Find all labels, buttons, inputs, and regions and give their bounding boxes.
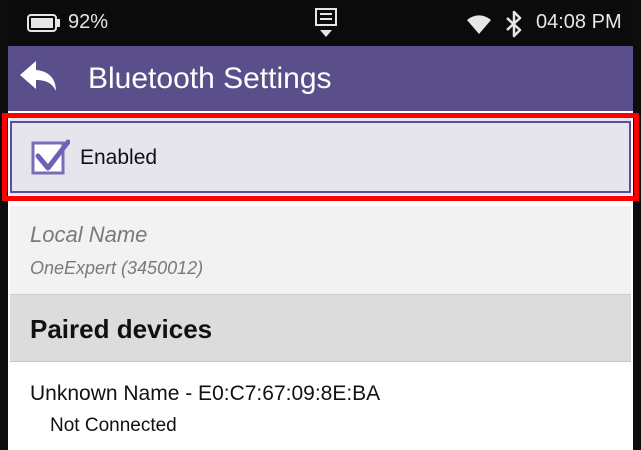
paired-devices-title: Paired devices bbox=[30, 314, 213, 344]
wifi-icon bbox=[467, 15, 491, 34]
local-name-value: OneExpert (3450012) bbox=[30, 258, 204, 278]
status-bar: 92% 04:08 PM bbox=[8, 0, 633, 46]
device-status: Not Connected bbox=[50, 415, 177, 436]
page-title: Bluetooth Settings bbox=[88, 62, 332, 95]
checkbox-checked-icon[interactable] bbox=[30, 138, 70, 178]
screen: 92% 04:08 PM Bluetooth Settings Enabled … bbox=[0, 0, 641, 450]
battery-percent: 92% bbox=[68, 11, 109, 33]
enabled-label: Enabled bbox=[80, 146, 158, 169]
device-bezel-right bbox=[633, 0, 641, 450]
paired-devices-header: Paired devices bbox=[10, 295, 631, 362]
local-name-item[interactable]: Local Name OneExpert (3450012) bbox=[10, 206, 631, 295]
back-arrow-icon[interactable] bbox=[16, 57, 62, 99]
bluetooth-icon bbox=[506, 10, 522, 38]
device-name: Unknown Name - E0:C7:67:09:8E:BA bbox=[30, 382, 381, 405]
notification-icon[interactable] bbox=[311, 7, 341, 39]
app-bar: Bluetooth Settings bbox=[8, 46, 633, 111]
battery-icon bbox=[27, 14, 60, 32]
local-name-label: Local Name bbox=[30, 222, 148, 247]
paired-device-item[interactable]: Unknown Name - E0:C7:67:09:8E:BA Not Con… bbox=[10, 362, 631, 450]
status-time: 04:08 PM bbox=[536, 11, 622, 33]
device-bezel-left bbox=[0, 0, 8, 450]
